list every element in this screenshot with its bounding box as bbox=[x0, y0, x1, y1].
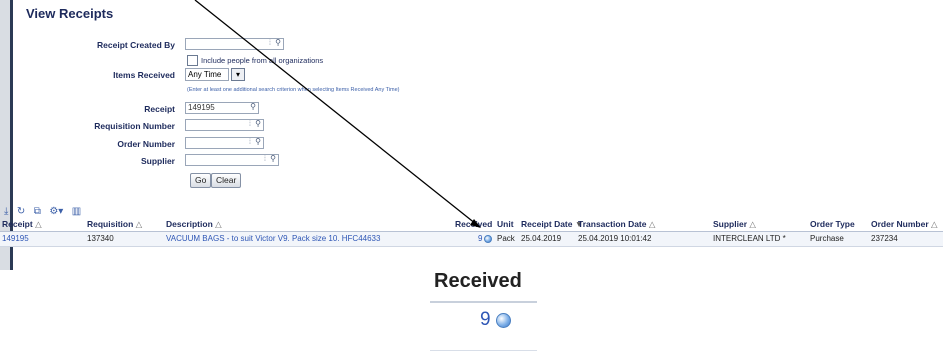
zoom-bottom-divider bbox=[430, 350, 537, 351]
zoom-info-icon bbox=[496, 313, 511, 328]
zoom-divider bbox=[430, 301, 537, 303]
zoom-received-title: Received bbox=[434, 270, 522, 292]
zoom-received-value: 9 bbox=[480, 309, 491, 330]
annotation-arrow bbox=[194, 0, 481, 228]
